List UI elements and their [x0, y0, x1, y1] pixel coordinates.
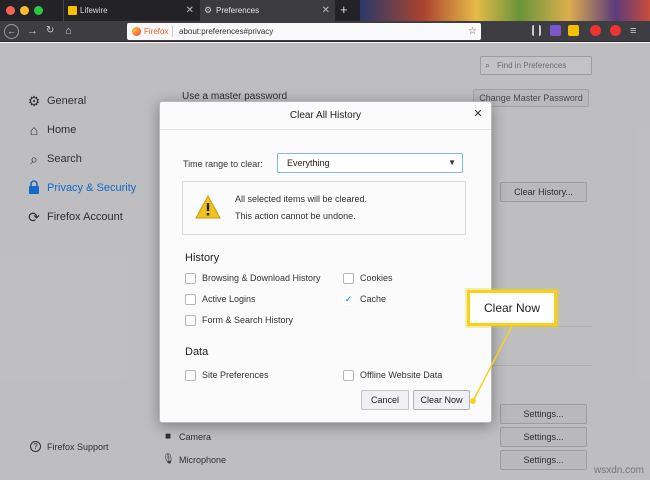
url-separator [172, 26, 173, 37]
checkbox-label: Browsing & Download History [202, 273, 321, 283]
clear-now-button[interactable]: Clear Now [413, 390, 470, 410]
time-range-select[interactable]: Everything ▼ [277, 153, 463, 173]
home-button[interactable]: ⌂ [65, 24, 72, 38]
history-section-title: History [185, 252, 220, 264]
clear-history-dialog: Clear All History ✕ Time range to clear:… [159, 101, 492, 423]
checkbox-label: Site Preferences [202, 370, 269, 380]
close-tab-icon[interactable]: ✕ [322, 0, 330, 21]
cancel-button[interactable]: Cancel [361, 390, 409, 410]
checkbox-label: Form & Search History [202, 315, 294, 325]
lifewire-favicon-icon [68, 6, 77, 15]
theme-background-art [360, 0, 650, 21]
close-icon[interactable]: ✕ [471, 107, 485, 121]
pocket-icon[interactable] [610, 25, 621, 36]
warning-line: All selected items will be cleared. [235, 194, 368, 204]
firefox-icon [132, 27, 141, 36]
url-text[interactable]: about:preferences#privacy [179, 23, 273, 40]
tab-preferences[interactable]: ⚙ Preferences ✕ [200, 0, 335, 21]
extension-icon[interactable] [568, 25, 579, 36]
warning-line: This action cannot be undone. [235, 211, 356, 221]
back-button[interactable]: ← [4, 24, 19, 39]
callout-box: Clear Now [467, 290, 557, 326]
menu-icon[interactable]: ≡ [630, 24, 636, 38]
time-range-value: Everything [287, 158, 330, 168]
library-icon[interactable] [532, 25, 541, 36]
tab-strip: Lifewire ✕ ⚙ Preferences ✕ + [0, 0, 650, 21]
checkbox-label: Cookies [360, 273, 393, 283]
checkbox[interactable] [185, 273, 196, 284]
checkbox-active-logins[interactable]: Active Logins [185, 294, 256, 305]
checkbox[interactable] [185, 370, 196, 381]
time-range-label: Time range to clear: [183, 159, 263, 169]
zoom-window-button[interactable] [34, 6, 43, 15]
new-tab-button[interactable]: + [340, 0, 348, 20]
dialog-title: Clear All History [160, 102, 491, 130]
url-bar[interactable]: Firefox about:preferences#privacy ☆ [127, 23, 481, 40]
minimize-window-button[interactable] [20, 6, 29, 15]
checkbox-offline-website-data[interactable]: Offline Website Data [343, 370, 442, 381]
checkbox-label: Cache [360, 294, 387, 304]
extension-icon[interactable] [550, 25, 561, 36]
reload-button[interactable]: ↻ [46, 24, 54, 38]
forward-button[interactable]: → [27, 24, 38, 38]
identity-label: Firefox [144, 27, 169, 36]
checkbox[interactable] [185, 315, 196, 326]
extension-icon[interactable] [590, 25, 601, 36]
tab-lifewire[interactable]: Lifewire ✕ [63, 0, 199, 21]
tab-label: Lifewire [80, 6, 108, 15]
checkbox-form-search-history[interactable]: Form & Search History [185, 315, 293, 326]
warning-box: All selected items will be cleared. This… [182, 181, 466, 235]
close-window-button[interactable] [6, 6, 15, 15]
tab-label: Preferences [216, 6, 260, 15]
checkbox-label: Active Logins [202, 294, 256, 304]
close-tab-icon[interactable]: ✕ [186, 0, 194, 21]
watermark: wsxdn.com [593, 465, 644, 476]
checkbox[interactable] [185, 294, 196, 305]
chevron-down-icon: ▼ [448, 158, 456, 167]
gear-icon: ⚙ [204, 5, 213, 15]
checkbox-cache[interactable]: ✓ Cache [343, 294, 386, 305]
warning-icon [195, 195, 221, 219]
checkmark-icon[interactable]: ✓ [343, 294, 354, 305]
checkbox-cookies[interactable]: Cookies [343, 273, 393, 284]
checkbox-browsing-download-history[interactable]: Browsing & Download History [185, 273, 321, 284]
checkbox[interactable] [343, 273, 354, 284]
bookmark-star-icon[interactable]: ☆ [468, 23, 477, 40]
navigation-toolbar: ← → ↻ ⌂ Firefox about:preferences#privac… [0, 21, 650, 42]
checkbox[interactable] [343, 370, 354, 381]
callout-label: Clear Now [483, 301, 540, 315]
data-section-title: Data [185, 346, 209, 358]
checkbox-label: Offline Website Data [360, 370, 443, 380]
checkbox-site-preferences[interactable]: Site Preferences [185, 370, 269, 381]
